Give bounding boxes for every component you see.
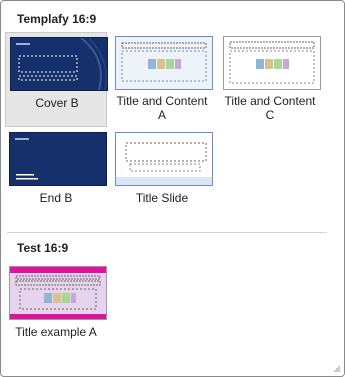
- title-content-a-art-icon: [116, 37, 212, 89]
- layout-thumbnail: [10, 37, 108, 91]
- slide-layout-gallery: Templafy 16:9 Cover B Title and Content …: [0, 0, 345, 377]
- title-slide-art-icon: [116, 133, 212, 185]
- cover-b-art-icon: [11, 38, 107, 90]
- layout-thumbnail: [9, 266, 107, 320]
- layout-title-and-content-c[interactable]: Title and Content C: [219, 32, 321, 127]
- layout-label-line2: C: [265, 108, 275, 122]
- layout-label: Cover B: [35, 96, 79, 110]
- layout-label: Title and Content: [224, 94, 316, 108]
- layout-title-example-a[interactable]: Title example A: [5, 262, 107, 342]
- section-title-templafy: Templafy 16:9: [17, 12, 97, 26]
- layout-title-and-content-a[interactable]: Title and Content A: [111, 32, 213, 127]
- end-b-art-icon: [10, 133, 106, 185]
- layout-title-slide[interactable]: Title Slide: [111, 128, 213, 208]
- layout-label: Title example A: [15, 325, 97, 339]
- title-example-a-art-icon: [10, 267, 106, 319]
- section-title-test: Test 16:9: [17, 241, 69, 255]
- resize-grip-dots: [334, 366, 340, 372]
- layout-label: Title Slide: [135, 191, 189, 205]
- layout-label: Title and Content: [116, 94, 208, 108]
- layout-thumbnail: [9, 132, 107, 186]
- layout-thumbnail: [115, 36, 213, 90]
- layout-end-b[interactable]: End B: [5, 128, 107, 208]
- resize-grip-icon[interactable]: [333, 365, 341, 373]
- layout-label-line2: A: [157, 108, 166, 122]
- section-divider: [7, 232, 327, 233]
- layout-cover-b[interactable]: Cover B: [5, 32, 108, 127]
- layout-thumbnail: [115, 132, 213, 186]
- layout-label: End B: [39, 191, 73, 205]
- title-content-c-art-icon: [224, 37, 320, 89]
- layout-thumbnail: [223, 36, 321, 90]
